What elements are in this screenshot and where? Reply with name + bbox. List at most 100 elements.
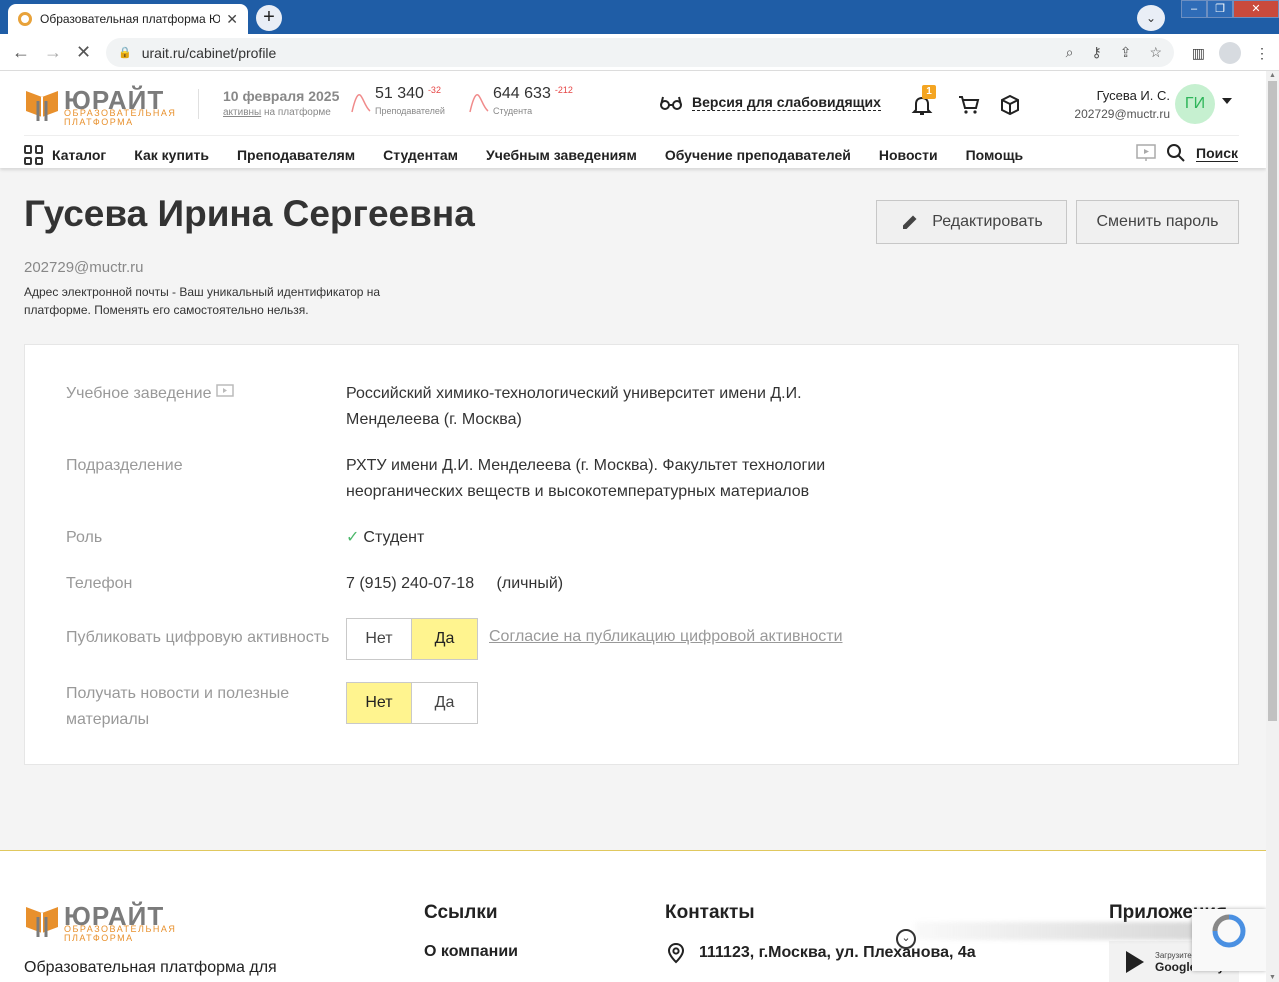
user-email: 202729@muctr.ru: [1074, 107, 1170, 121]
pencil-icon: [903, 215, 917, 229]
menu-teacher-training[interactable]: Обучение преподавателей: [665, 147, 851, 163]
cart-icon[interactable]: [957, 93, 981, 117]
publish-yes-option[interactable]: Да: [412, 618, 478, 660]
key-icon[interactable]: ⚷: [1091, 44, 1101, 61]
news-yes-option[interactable]: Да: [412, 682, 478, 724]
menu-help[interactable]: Помощь: [966, 147, 1024, 163]
active-link[interactable]: активны: [223, 107, 261, 118]
menu-news[interactable]: Новости: [879, 147, 938, 163]
publish-label: Публиковать цифровую активность: [66, 629, 330, 646]
main-menu: Каталог Как купить Преподавателям Студен…: [24, 145, 1051, 165]
zoom-search-icon[interactable]: ⌕: [1066, 44, 1074, 61]
footer-logo-subtitle: ОБРАЗОВАТЕЛЬНАЯ ПЛАТФОРМА: [64, 924, 177, 943]
close-window-icon[interactable]: ✕: [1233, 0, 1279, 18]
students-label: Студента: [493, 106, 533, 116]
phone-row: 7 (915) 240-07-18 (личный): [346, 571, 563, 597]
email-note: Адрес электронной почты - Ваш уникальный…: [24, 285, 381, 317]
recaptcha-badge[interactable]: [1192, 909, 1266, 971]
new-tab-button[interactable]: +: [256, 5, 282, 31]
forward-icon[interactable]: →: [44, 42, 62, 63]
search-area[interactable]: Поиск: [1136, 143, 1239, 163]
browser-menu-icon[interactable]: ⋮: [1255, 45, 1269, 62]
menu-catalog[interactable]: Каталог: [24, 145, 106, 165]
department-value: РХТУ имени Д.И. Менделеева (г. Москва). …: [346, 457, 826, 500]
publish-no-option[interactable]: Нет: [346, 618, 412, 660]
blurred-overlay: [915, 922, 1195, 940]
presentation-icon[interactable]: [1136, 144, 1156, 162]
side-panel-icon[interactable]: ▥: [1192, 45, 1205, 62]
location-pin-icon: [667, 942, 685, 964]
edit-button[interactable]: Редактировать: [876, 200, 1067, 244]
menu-catalog-label[interactable]: Каталог: [52, 147, 106, 163]
box-icon[interactable]: [998, 93, 1022, 117]
footer-about-link[interactable]: О компании: [424, 943, 518, 961]
menu-how-to-buy[interactable]: Как купить: [134, 147, 209, 163]
edit-button-label[interactable]: Редактировать: [932, 213, 1043, 231]
active-rest: на платформе: [264, 107, 331, 118]
menu-teachers[interactable]: Преподавателям: [237, 147, 355, 163]
institution-label: Учебное заведение: [66, 385, 212, 402]
tab-search-button[interactable]: ⌄: [1137, 5, 1165, 31]
teachers-delta: -32: [427, 85, 441, 95]
date-text: 10 февраля 2025: [223, 88, 340, 104]
bookmark-star-icon[interactable]: ☆: [1149, 44, 1162, 61]
change-password-label[interactable]: Сменить пароль: [1096, 213, 1218, 231]
user-name[interactable]: Гусева И. С.: [1074, 88, 1170, 103]
scroll-down-icon[interactable]: ⌄: [896, 929, 916, 949]
footer-logo-inner: ЮРАЙТ ОБРАЗОВАТЕЛЬНАЯ ПЛАТФОРМА: [24, 901, 177, 943]
consent-link[interactable]: Согласие на публикацию цифровой активнос…: [489, 628, 843, 646]
teachers-value: 51 340: [375, 85, 424, 102]
institution-value: Российский химико-технологический универ…: [346, 385, 802, 428]
url-text[interactable]: urait.ru/cabinet/profile: [142, 45, 277, 61]
browser-tabstrip: Образовательная платформа Ю ✕ + ⌄ – ❐ ✕: [0, 0, 1279, 34]
menu-students[interactable]: Студентам: [383, 147, 458, 163]
site-footer: ЮРАЙТ ОБРАЗОВАТЕЛЬНАЯ ПЛАТФОРМА Образова…: [0, 850, 1266, 982]
teachers-sparkline-icon: [351, 94, 371, 113]
low-vision-link[interactable]: Версия для слабовидящих: [660, 94, 881, 111]
lock-icon[interactable]: 🔒: [118, 46, 132, 59]
address-bar[interactable]: 🔒 urait.ru/cabinet/profile ⌕ ⚷ ⇪ ☆: [106, 38, 1174, 67]
search-label[interactable]: Поиск: [1196, 145, 1239, 162]
share-icon[interactable]: ⇪: [1120, 44, 1132, 61]
news-toggle[interactable]: Нет Да: [346, 682, 478, 724]
header-line: [24, 135, 1239, 136]
page-title: Гусева Ирина Сергеевна: [24, 193, 475, 234]
footer-contacts-heading: Контакты: [665, 902, 755, 923]
teachers-label: Преподавателей: [375, 106, 445, 116]
logo-subtitle: ОБРАЗОВАТЕЛЬНАЯ ПЛАТФОРМА: [64, 108, 177, 127]
search-icon[interactable]: [1166, 143, 1186, 163]
news-no-option[interactable]: Нет: [346, 682, 412, 724]
tab-title: Образовательная платформа Ю: [40, 12, 221, 26]
reload-stop-icon[interactable]: ✕: [76, 42, 91, 63]
scroll-down-arrow-icon[interactable]: ▼: [1269, 974, 1276, 981]
role-label: Роль: [66, 529, 103, 546]
footer-logo[interactable]: ЮРАЙТ ОБРАЗОВАТЕЛЬНАЯ ПЛАТФОРМА: [24, 901, 177, 943]
user-info[interactable]: Гусева И. С. 202729@muctr.ru: [1074, 88, 1170, 121]
scroll-up-arrow-icon[interactable]: ▲: [1269, 72, 1276, 79]
menu-institutions[interactable]: Учебным заведениям: [486, 147, 637, 163]
footer-address-text: 111123, г.Москва, ул. Плеханова, 4а: [699, 944, 976, 961]
scrollbar-thumb[interactable]: [1268, 81, 1277, 721]
back-icon[interactable]: ←: [12, 42, 30, 63]
low-vision-label[interactable]: Версия для слабовидящих: [692, 94, 881, 111]
avatar[interactable]: ГИ: [1175, 84, 1215, 124]
tab-close-icon[interactable]: ✕: [226, 11, 238, 28]
phone-type: (личный): [496, 575, 564, 592]
phone-label: Телефон: [66, 575, 133, 592]
browser-profile-icon[interactable]: [1219, 42, 1241, 64]
browser-tab[interactable]: Образовательная платформа Ю ✕: [8, 4, 248, 34]
browser-toolbar: ← → ✕ 🔒 urait.ru/cabinet/profile ⌕ ⚷ ⇪ ☆…: [0, 34, 1279, 71]
students-delta: -212: [554, 85, 573, 95]
change-password-button[interactable]: Сменить пароль: [1076, 200, 1239, 244]
site-logo[interactable]: ЮРАЙТ ОБРАЗОВАТЕЛЬНАЯ ПЛАТФОРМА: [24, 85, 177, 127]
minimize-icon[interactable]: –: [1181, 0, 1207, 18]
chevron-down-icon[interactable]: [1222, 98, 1232, 104]
publish-toggle[interactable]: Нет Да: [346, 618, 478, 660]
role-value: Студент: [363, 529, 425, 546]
presentation-icon[interactable]: [216, 384, 234, 400]
active-caption: активны на платформе: [223, 107, 339, 118]
platform-date: 10 февраля 2025 активны на платформе: [223, 88, 339, 118]
maximize-icon[interactable]: ❐: [1207, 0, 1233, 18]
footer-address: 111123, г.Москва, ул. Плеханова, 4а: [665, 942, 976, 964]
page-scrollbar[interactable]: ▲ ▼: [1266, 71, 1279, 982]
